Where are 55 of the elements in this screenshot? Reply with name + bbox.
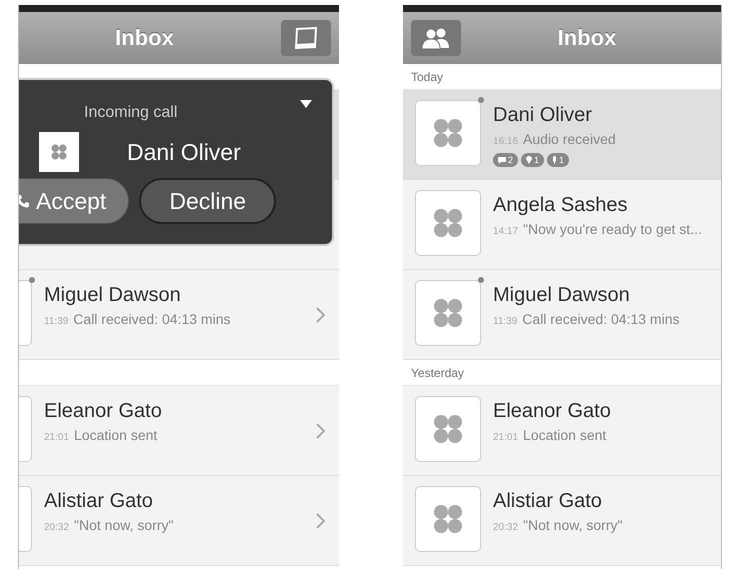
contact-name: Miguel Dawson — [493, 284, 631, 307]
section-header: Today — [411, 70, 444, 84]
message-preview: Location sent — [74, 427, 158, 443]
message-preview: Audio received — [523, 131, 616, 147]
message-time: 11:39 — [44, 316, 68, 327]
contacts-button[interactable] — [411, 20, 461, 56]
accept-button[interactable]: Accept — [19, 178, 130, 224]
message-time: 21:01 — [493, 432, 518, 443]
message-time: 21:01 — [44, 432, 70, 443]
contact-name: Alistiar Gato — [493, 490, 603, 513]
contact-name: Alistiar Gato — [44, 490, 154, 513]
screen-title: Inbox — [114, 25, 175, 51]
conversation-row[interactable]: Eleanor Gato 21:01 Location sent — [403, 386, 721, 476]
conversation-row[interactable]: Miguel Dawson 11:39 Call received: 04:13 mins — [403, 270, 721, 360]
conversation-row[interactable]: Eleanor Gato 21:01 Location sent — [19, 386, 339, 476]
clover-icon — [433, 414, 463, 444]
message-preview: "Now you're ready to get st... — [523, 221, 702, 237]
clover-icon — [433, 208, 463, 238]
contact-name: Eleanor Gato — [44, 400, 163, 423]
dropdown-triangle-icon[interactable] — [300, 100, 312, 108]
contact-name: Angela Sashes — [493, 194, 629, 217]
clover-icon — [433, 298, 463, 328]
clover-icon — [433, 504, 463, 534]
contact-name: Eleanor Gato — [493, 400, 612, 423]
message-preview: Call received: 04:13 mins — [73, 311, 230, 327]
message-preview: Call received: 04:13 mins — [522, 311, 680, 327]
message-time: 14:17 — [493, 226, 518, 237]
count-badge: 1 — [547, 153, 570, 167]
conversation-row[interactable]: Alistiar Gato 20:32 "Not now, sorry" — [19, 476, 339, 566]
compose-button[interactable] — [281, 20, 331, 56]
message-preview: Location sent — [523, 427, 606, 443]
conversation-row[interactable]: Alistiar Gato 20:32 "Not now, sorry" — [403, 476, 721, 566]
message-time: 20:32 — [493, 522, 518, 533]
message-preview: "Not now, sorry" — [74, 517, 174, 533]
call-label: Incoming call — [84, 104, 178, 122]
speech-bubble-icon — [498, 156, 506, 164]
section-header: Yesterday — [411, 366, 464, 380]
decline-button[interactable]: Decline — [139, 178, 276, 224]
message-time: 20:32 — [44, 522, 70, 533]
conversation-row[interactable]: Miguel Dawson 11:39 Call received: 04:13 mins — [19, 270, 339, 360]
pin-icon — [526, 156, 532, 164]
clover-icon — [433, 118, 463, 148]
count-badge: 1 — [521, 153, 544, 167]
caller-name: Dani Oliver — [127, 138, 241, 166]
clover-icon — [51, 144, 67, 160]
people-icon — [422, 27, 450, 49]
message-time: 11:39 — [493, 316, 518, 327]
message-preview: "Not now, sorry" — [523, 517, 622, 533]
contact-name: Dani Oliver — [493, 104, 593, 127]
phone-icon — [19, 194, 30, 208]
contact-name: Miguel Dawson — [44, 284, 182, 307]
conversation-row[interactable]: Angela Sashes 14:17 "Now you're ready to get st... — [403, 180, 721, 270]
count-badge: 2 — [493, 153, 518, 167]
screen-title: Inbox — [556, 25, 618, 51]
microphone-icon — [552, 156, 558, 164]
